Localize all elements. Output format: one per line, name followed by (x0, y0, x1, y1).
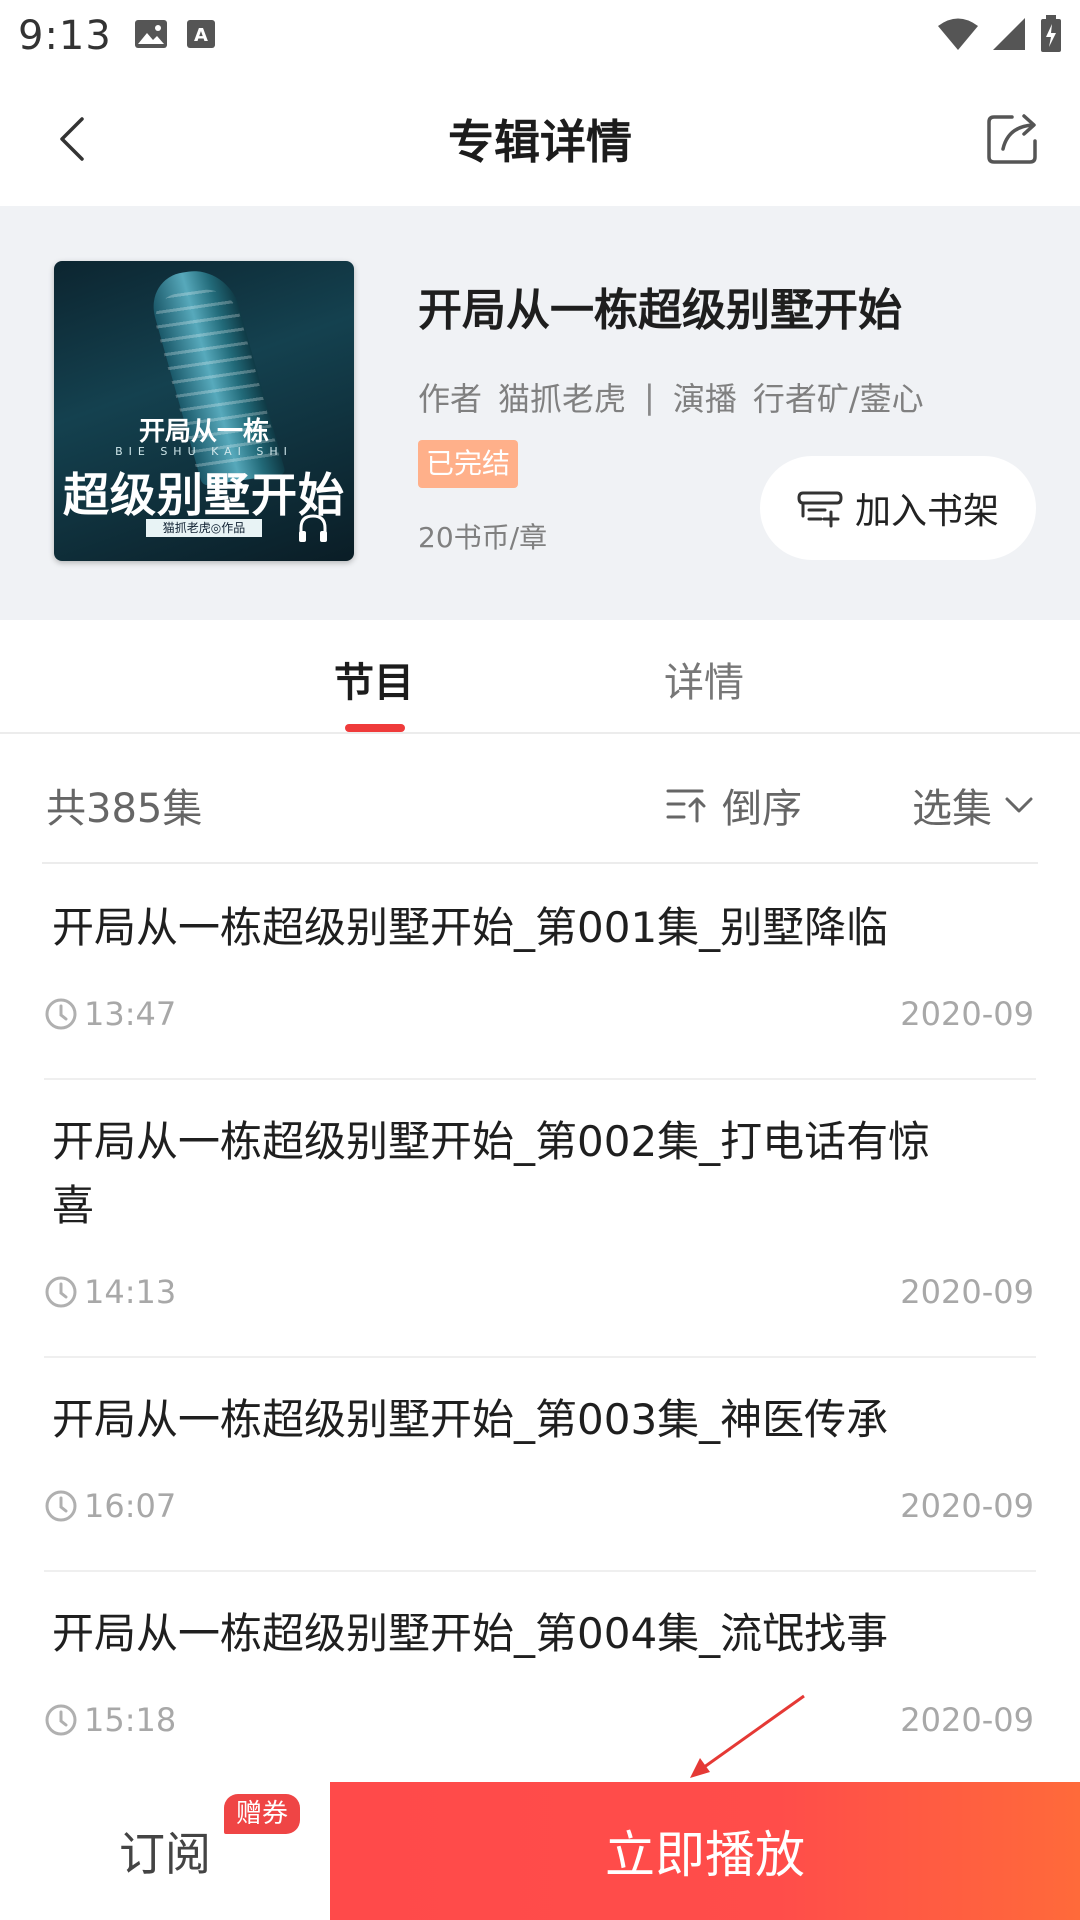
price-text: 20书币/章 (418, 521, 548, 554)
episode-duration-text: 13:47 (84, 995, 177, 1033)
episode-duration-text: 15:18 (84, 1701, 177, 1739)
episode-title: 开局从一栋超级别墅开始_第002集_打电话有惊喜 (52, 1117, 931, 1230)
share-button[interactable] (984, 108, 1044, 168)
episode-duration: 13:47 (44, 995, 176, 1033)
image-icon (134, 19, 168, 53)
clock-icon (45, 998, 77, 1030)
album-credits: 作者 猫抓老虎 | 演播 行者矿/蓥心 (418, 374, 924, 420)
episode-duration: 15:18 (44, 1701, 176, 1739)
episode-meta: 15:18 2020-09 (44, 1666, 1036, 1774)
clock-icon (45, 1704, 77, 1736)
episode-date: 2020-09 (900, 1273, 1034, 1311)
clock-icon (45, 1276, 77, 1308)
episode-duration-text: 14:13 (84, 1273, 177, 1311)
status-bar: 9:13 A (0, 0, 1080, 72)
episode-duration-text: 16:07 (84, 1487, 177, 1525)
headphone-icon (296, 511, 330, 545)
add-shelf-icon (797, 491, 843, 528)
episode-list-header: 共385集 倒序 选集 (42, 736, 1038, 864)
tab-active-indicator (345, 724, 405, 732)
cover-title-line1: 开局从一栋 (138, 417, 269, 447)
wifi-icon (938, 17, 978, 55)
annotation-arrow-icon (690, 1694, 805, 1778)
episode-item[interactable]: 开局从一栋超级别墅开始_第001集_别墅降临 13:47 2020-09 (44, 866, 1036, 1080)
subscribe-label: 订阅 (119, 1827, 211, 1881)
episode-duration: 16:07 (44, 1487, 176, 1525)
episode-title: 开局从一栋超级别墅开始_第004集_流氓找事 (52, 1609, 889, 1658)
select-episodes-label: 选集 (912, 786, 992, 832)
tab-episodes[interactable]: 节目 (334, 650, 414, 708)
episode-meta: 14:13 2020-09 (44, 1238, 1036, 1346)
svg-text:A: A (194, 25, 208, 46)
chevron-down-icon (1005, 797, 1033, 813)
episode-item[interactable]: 开局从一栋超级别墅开始_第004集_流氓找事 15:18 2020-09 (44, 1572, 1036, 1786)
keyboard-a-icon: A (186, 19, 216, 53)
episode-item[interactable]: 开局从一栋超级别墅开始_第002集_打电话有惊喜 14:13 2020-09 (44, 1080, 1036, 1358)
sort-order-button[interactable]: 倒序 (666, 776, 802, 834)
album-info: 开局从一栋 BIE SHU KAI SHI 超级别墅开始 猫抓老虎◎作品 开局从… (0, 206, 1080, 620)
episode-duration: 14:13 (44, 1273, 176, 1311)
episode-meta: 13:47 2020-09 (44, 960, 1036, 1068)
play-now-label: 立即播放 (605, 1826, 805, 1884)
credits-separator: | (644, 378, 655, 416)
author-label: 作者 (418, 380, 483, 418)
episode-title: 开局从一栋超级别墅开始_第001集_别墅降临 (52, 903, 889, 952)
play-now-button[interactable]: 立即播放 (330, 1782, 1080, 1920)
album-title: 开局从一栋超级别墅开始 (418, 285, 902, 336)
status-badge: 已完结 (418, 440, 519, 488)
episode-date: 2020-09 (900, 995, 1034, 1033)
back-button[interactable] (44, 112, 98, 166)
sort-order-label: 倒序 (722, 786, 802, 832)
episode-item[interactable]: 开局从一栋超级别墅开始_第003集_神医传承 16:07 2020-09 (44, 1358, 1036, 1572)
sort-icon (666, 789, 706, 823)
select-episodes-button[interactable]: 选集 (912, 776, 1034, 834)
bottom-action-bar: 订阅 赠券 立即播放 (0, 1782, 1080, 1920)
add-to-shelf-button[interactable]: 加入书架 (760, 456, 1036, 560)
episode-count: 共385集 (46, 786, 203, 832)
cover-pinyin: BIE SHU KAI SHI (115, 445, 293, 458)
narrator-name[interactable]: 行者矿/蓥心 (753, 374, 924, 420)
add-to-shelf-label: 加入书架 (854, 491, 999, 532)
back-arrow-icon (60, 117, 84, 161)
author-name[interactable]: 猫抓老虎 (498, 374, 626, 420)
episode-meta: 16:07 2020-09 (44, 1452, 1036, 1560)
coupon-badge: 赠券 (224, 1794, 301, 1834)
status-time: 9:13 (18, 13, 112, 59)
tab-bar: 节目 详情 (0, 620, 1080, 734)
share-icon (987, 114, 1037, 164)
episode-title: 开局从一栋超级别墅开始_第003集_神医传承 (52, 1395, 889, 1444)
page-title: 专辑详情 (448, 115, 632, 169)
album-cover[interactable]: 开局从一栋 BIE SHU KAI SHI 超级别墅开始 猫抓老虎◎作品 (54, 261, 354, 561)
battery-icon (1040, 15, 1062, 57)
tab-details[interactable]: 详情 (664, 650, 744, 708)
clock-icon (45, 1490, 77, 1522)
cover-author-tag: 猫抓老虎◎作品 (146, 519, 262, 537)
episode-date: 2020-09 (900, 1701, 1034, 1739)
episode-list: 开局从一栋超级别墅开始_第001集_别墅降临 13:47 2020-09 开局从… (0, 866, 1080, 1786)
narrator-label: 演播 (672, 380, 737, 418)
signal-icon (992, 17, 1026, 55)
episode-date: 2020-09 (900, 1487, 1034, 1525)
app-header: 专辑详情 (0, 72, 1080, 206)
